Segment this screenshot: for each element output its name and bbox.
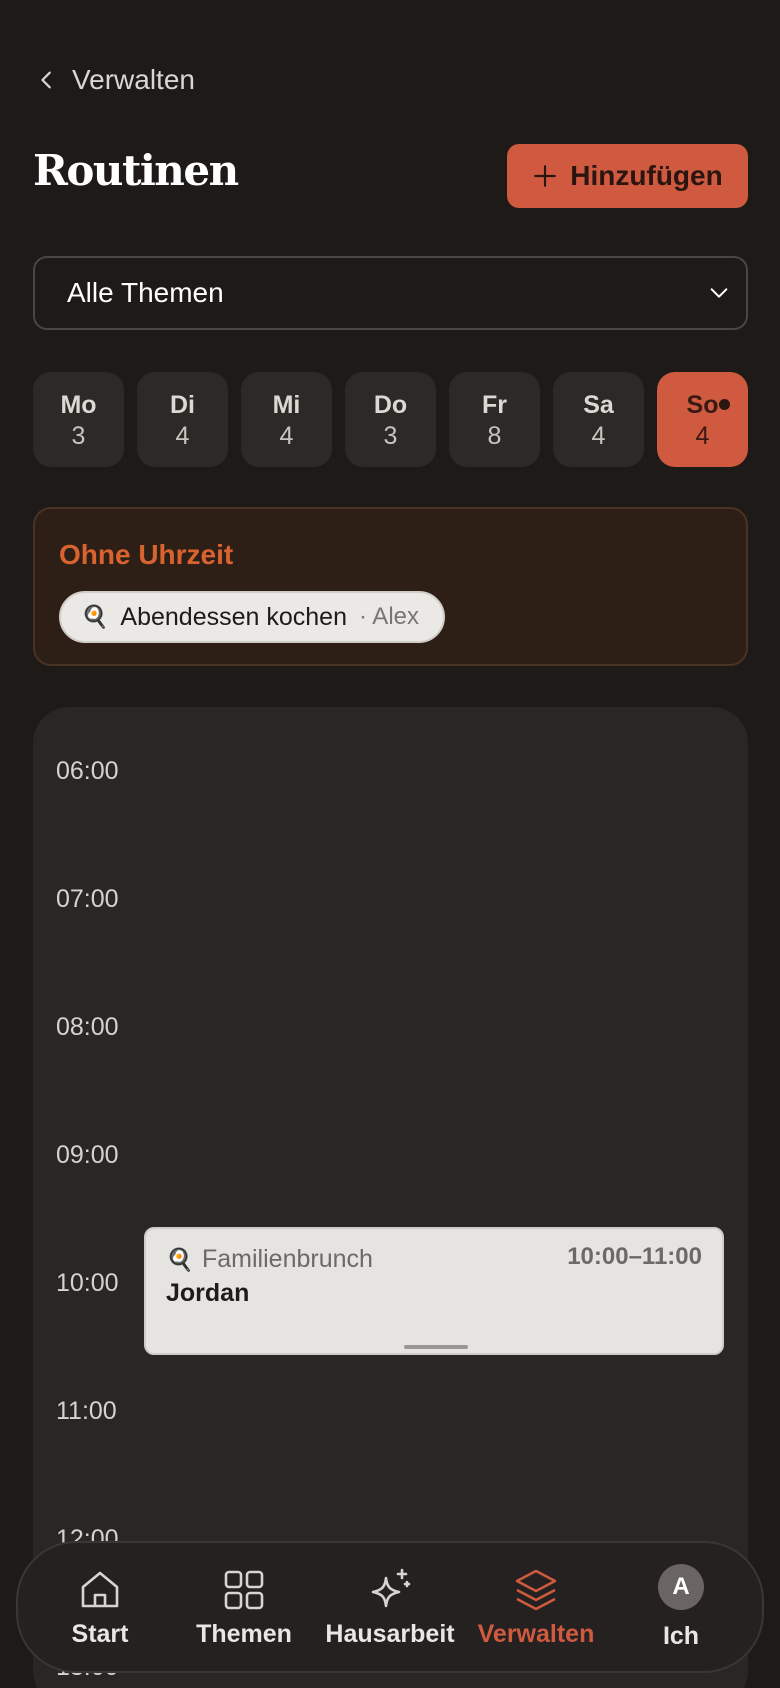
day-count: 4	[279, 421, 294, 450]
day-name: Fr	[482, 390, 507, 419]
day-fr[interactable]: Fr 8	[449, 372, 540, 467]
add-button-label: Hinzufügen	[570, 160, 723, 191]
timeline-event[interactable]: 🍳 Familienbrunch 10:00–11:00 Jordan	[144, 1227, 724, 1355]
nav-tab-verwalten[interactable]: Verwalten	[464, 1543, 608, 1671]
untimed-heading: Ohne Uhrzeit	[59, 539, 234, 570]
day-so[interactable]: So 4	[657, 372, 748, 467]
plus-icon	[534, 165, 557, 187]
frying-pan-icon: 🍳	[81, 604, 109, 629]
nav-tab-start[interactable]: Start	[28, 1543, 172, 1671]
nav-tab-label: Themen	[196, 1619, 292, 1648]
topic-filter-value: Alle Themen	[67, 277, 224, 308]
nav-tab-label: Start	[71, 1619, 129, 1648]
day-name: Sa	[583, 390, 614, 419]
routine-assignee: · Alex	[358, 603, 419, 630]
nav-tab-themen[interactable]: Themen	[172, 1543, 316, 1671]
home-icon	[81, 1571, 119, 1607]
layers-icon	[515, 1569, 557, 1610]
hour-label: 11:00	[56, 1397, 117, 1425]
untimed-section: Ohne Uhrzeit 🍳 Abendessen kochen · Alex	[33, 507, 748, 666]
day-count: 4	[695, 421, 710, 450]
routine-name: Abendessen kochen	[120, 602, 347, 631]
untimed-routine-chip[interactable]: 🍳 Abendessen kochen · Alex	[59, 591, 445, 643]
today-dot	[719, 399, 730, 410]
avatar: A	[658, 1563, 704, 1610]
event-time: 10:00–11:00	[567, 1243, 702, 1270]
hour-label: 09:00	[56, 1141, 119, 1169]
back-label: Verwalten	[72, 64, 195, 95]
day-sa[interactable]: Sa 4	[553, 372, 644, 467]
add-button[interactable]: Hinzufügen	[507, 144, 748, 208]
hour-label: 08:00	[56, 1013, 119, 1041]
nav-tab-ich[interactable]: A Ich	[609, 1543, 753, 1671]
day-count: 4	[591, 421, 606, 450]
topic-filter-select[interactable]: Alle Themen	[33, 256, 748, 330]
day-di[interactable]: Di 4	[137, 372, 228, 467]
grid-icon	[224, 1570, 264, 1609]
nav-tab-hausarbeit[interactable]: Hausarbeit	[318, 1543, 462, 1671]
resize-handle[interactable]	[404, 1345, 468, 1349]
bottom-navigation: Start Themen Hausarbeit Verwalten A Ich	[16, 1541, 764, 1673]
hour-label: 10:00	[56, 1269, 119, 1297]
day-name: Do	[373, 390, 408, 419]
day-name: Mo	[60, 390, 97, 419]
day-selector: Mo 3 Di 4 Mi 4 Do 3 Fr 8 Sa 4 So 4	[33, 372, 748, 467]
frying-pan-icon: 🍳	[166, 1247, 194, 1272]
event-assignee: Jordan	[166, 1279, 250, 1307]
nav-tab-label: Hausarbeit	[325, 1619, 455, 1648]
page-title: Routinen	[33, 146, 239, 195]
nav-tab-label: Ich	[662, 1621, 700, 1650]
day-count: 3	[71, 421, 86, 450]
hour-label: 06:00	[56, 757, 119, 785]
day-count: 3	[383, 421, 398, 450]
day-name: So	[686, 390, 719, 419]
day-mo[interactable]: Mo 3	[33, 372, 124, 467]
day-name: Mi	[272, 390, 301, 419]
event-name: Familienbrunch	[202, 1245, 373, 1273]
nav-tab-label: Verwalten	[477, 1619, 595, 1648]
chevron-left-icon	[41, 71, 51, 89]
back-button[interactable]: Verwalten	[36, 60, 195, 100]
day-name: Di	[170, 390, 195, 419]
day-count: 8	[487, 421, 502, 450]
day-mi[interactable]: Mi 4	[241, 372, 332, 467]
sparkle-icon	[371, 1568, 411, 1607]
chevron-down-icon	[710, 288, 728, 298]
hour-label: 07:00	[56, 885, 119, 913]
day-count: 4	[175, 421, 190, 450]
day-do[interactable]: Do 3	[345, 372, 436, 467]
